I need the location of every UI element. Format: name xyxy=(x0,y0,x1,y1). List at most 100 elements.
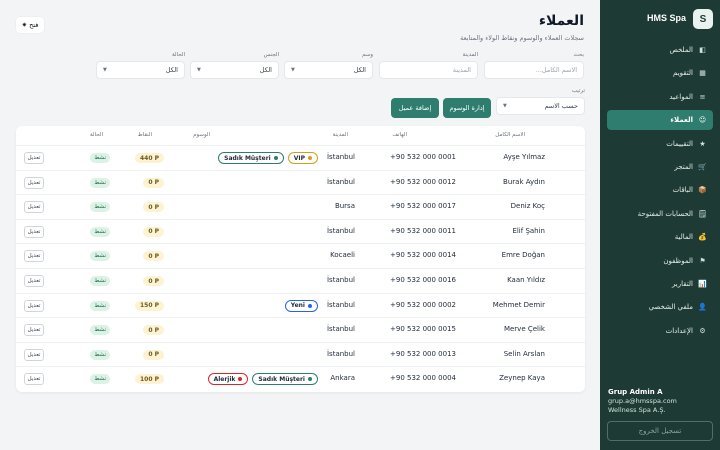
tag-label: Yeni xyxy=(290,302,305,310)
logout-button[interactable]: تسجيل الخروج xyxy=(607,421,713,441)
points-badge: 440 P xyxy=(134,153,164,163)
customer-name: Zeynep Kaya xyxy=(499,374,545,383)
sort-select[interactable]: حسب الاسم ▼ xyxy=(496,97,585,115)
city-label: المدينة xyxy=(462,52,478,58)
customer-city: İstanbul xyxy=(326,349,355,358)
sidebar-item-7[interactable]: 🗒 الحسابات المفتوحة xyxy=(607,204,713,224)
list-icon: ≡ xyxy=(699,92,706,101)
sidebar-item-4[interactable]: ★ التقييمات xyxy=(607,134,713,154)
customer-city: İstanbul xyxy=(326,177,355,186)
tag-filter: وسم الكل ▼ xyxy=(284,52,373,79)
points-badge: 0 P xyxy=(143,226,164,237)
chevron-down-icon: ▼ xyxy=(291,67,295,73)
tag-dot-icon xyxy=(273,156,278,160)
sidebar-item-label: التقويم xyxy=(673,69,693,78)
edit-button[interactable]: تعديل xyxy=(24,348,44,361)
sidebar-item-label: الباقات xyxy=(672,186,693,195)
customer-city: Kocaeli xyxy=(330,251,355,260)
gear-icon: ⚙ xyxy=(699,326,706,335)
table-row[interactable]: Mehmet Demir +90 532 000 0002 İstanbul Yeni… xyxy=(16,294,585,319)
status-badge: نشط xyxy=(90,374,110,385)
customer-phone: +90 532 000 0015 xyxy=(390,325,456,334)
cart-icon: 🛒 xyxy=(698,162,707,171)
sidebar-item-11[interactable]: 👤 ملفي الشخصي xyxy=(607,297,713,317)
sidebar-item-5[interactable]: 🛒 المتجر xyxy=(607,157,713,177)
edit-button[interactable]: تعديل xyxy=(24,373,44,386)
customer-phone: +90 532 000 0013 xyxy=(390,349,456,358)
table-row[interactable]: Ayşe Yılmaz +90 532 000 0001 İstanbul VIP Sa… xyxy=(16,146,585,171)
table-row[interactable]: Burak Aydın +90 532 000 0012 İstanbul 0 P نش… xyxy=(16,171,585,196)
tag-select[interactable]: الكل ▼ xyxy=(284,61,373,79)
table-row[interactable]: Selin Arslan +90 532 000 0013 İstanbul 0 P ن… xyxy=(16,343,585,368)
edit-button[interactable]: تعديل xyxy=(24,201,44,214)
main-content: العملاء سجلات العملاء والوسوم ونقاط الول… xyxy=(0,0,600,450)
tag-label: Alerjik xyxy=(213,375,236,383)
table-row[interactable]: Merve Çelik +90 532 000 0015 İstanbul 0 P نش… xyxy=(16,318,585,343)
sidebar-item-3[interactable]: ☺ العملاء xyxy=(607,110,713,131)
chevron-down-icon: ▼ xyxy=(503,103,507,109)
open-button[interactable]: فتح ✷ xyxy=(16,17,44,33)
table-header: الاسم الكامل الهاتف المدينة الوسوم النقا… xyxy=(16,126,585,146)
status-badge: نشط xyxy=(90,177,110,188)
points-badge: 150 P xyxy=(134,300,164,311)
city-input[interactable]: المدينة xyxy=(379,61,478,79)
flag-icon: ⚑ xyxy=(699,256,706,265)
sidebar-item-1[interactable]: ▦ التقويم xyxy=(607,63,713,83)
tag-dot-icon xyxy=(238,377,243,382)
customer-name: Emre Doğan xyxy=(501,251,545,260)
edit-button[interactable]: تعديل xyxy=(24,250,44,263)
tag-dot-icon xyxy=(308,303,312,308)
sidebar: S HMS Spa ◧ الملخص ▦ التقويم ≡ المواعيد ☺ العمل… xyxy=(600,0,720,450)
customer-city: İstanbul xyxy=(326,325,355,334)
sidebar-item-label: الموظفون xyxy=(663,256,693,265)
tag-label: VIP xyxy=(293,154,305,162)
sidebar-item-6[interactable]: 📦 الباقات xyxy=(607,180,713,200)
sidebar-nav: ◧ الملخص ▦ التقويم ≡ المواعيد ☺ العملاء ★ التقييم… xyxy=(607,40,713,344)
search-input[interactable]: الاسم الكامل... xyxy=(484,61,584,79)
tag-badge: Alerjik xyxy=(207,373,249,386)
customer-city: İstanbul xyxy=(326,276,355,284)
customers-icon: ☺ xyxy=(698,116,707,125)
tag-badge: VIP xyxy=(287,152,318,164)
sidebar-item-8[interactable]: 💰 المالية xyxy=(607,227,713,247)
manage-tags-button[interactable]: إدارة الوسوم xyxy=(443,98,491,118)
edit-button[interactable]: تعديل xyxy=(24,299,44,312)
table-row[interactable]: Zeynep Kaya +90 532 000 0004 Ankara Sadık M… xyxy=(16,367,585,392)
table-row[interactable]: Kaan Yıldız +90 532 000 0016 İstanbul 0 P نش… xyxy=(16,269,585,294)
status-select[interactable]: الكل ▼ xyxy=(96,61,185,79)
edit-button[interactable]: تعديل xyxy=(24,152,44,164)
table-row[interactable]: Deniz Koç +90 532 000 0017 Bursa 0 P نشط تعدي… xyxy=(16,195,585,220)
sidebar-item-12[interactable]: ⚙ الإعدادات xyxy=(607,321,713,341)
status-badge: نشط xyxy=(90,325,110,336)
sidebar-item-2[interactable]: ≡ المواعيد xyxy=(607,87,713,107)
profile-icon: 👤 xyxy=(698,303,707,312)
edit-button[interactable]: تعديل xyxy=(24,176,44,189)
edit-button[interactable]: تعديل xyxy=(24,275,44,287)
header-status: الحالة xyxy=(89,132,103,138)
sidebar-item-label: التقارير xyxy=(671,279,693,288)
table-row[interactable]: Elif Şahin +90 532 000 0011 İstanbul 0 P نشط… xyxy=(16,220,585,245)
brand[interactable]: S HMS Spa xyxy=(607,9,713,29)
sidebar-item-label: المواعيد xyxy=(669,92,693,101)
customer-phone: +90 532 000 0004 xyxy=(390,374,456,383)
brand-name: HMS Spa xyxy=(646,13,686,23)
tag-badge: Sadık Müşteri xyxy=(218,152,284,164)
table-row[interactable]: Emre Doğan +90 532 000 0014 Kocaeli 0 P نشط ت… xyxy=(16,244,585,269)
sidebar-item-0[interactable]: ◧ الملخص xyxy=(607,40,713,60)
sidebar-item-10[interactable]: 📊 التقارير xyxy=(607,274,713,294)
sidebar-item-9[interactable]: ⚑ الموظفون xyxy=(607,251,713,271)
open-button-label: فتح xyxy=(29,21,39,29)
gender-select[interactable]: الكل ▼ xyxy=(190,61,279,79)
customer-name: Selin Arslan xyxy=(503,349,545,358)
calendar-icon: ▦ xyxy=(699,69,706,78)
customer-phone: +90 532 000 0017 xyxy=(390,202,456,211)
points-badge: 0 P xyxy=(143,177,164,188)
star-icon: ★ xyxy=(699,139,706,148)
header-phone: الهاتف xyxy=(392,132,407,138)
edit-button[interactable]: تعديل xyxy=(24,225,44,238)
customer-name: Deniz Koç xyxy=(510,202,545,211)
add-customer-button[interactable]: إضافة عميل xyxy=(391,98,439,118)
edit-button[interactable]: تعديل xyxy=(24,324,44,337)
dashboard-icon: ◧ xyxy=(699,46,706,54)
sidebar-item-label: الحسابات المفتوحة xyxy=(637,209,693,218)
